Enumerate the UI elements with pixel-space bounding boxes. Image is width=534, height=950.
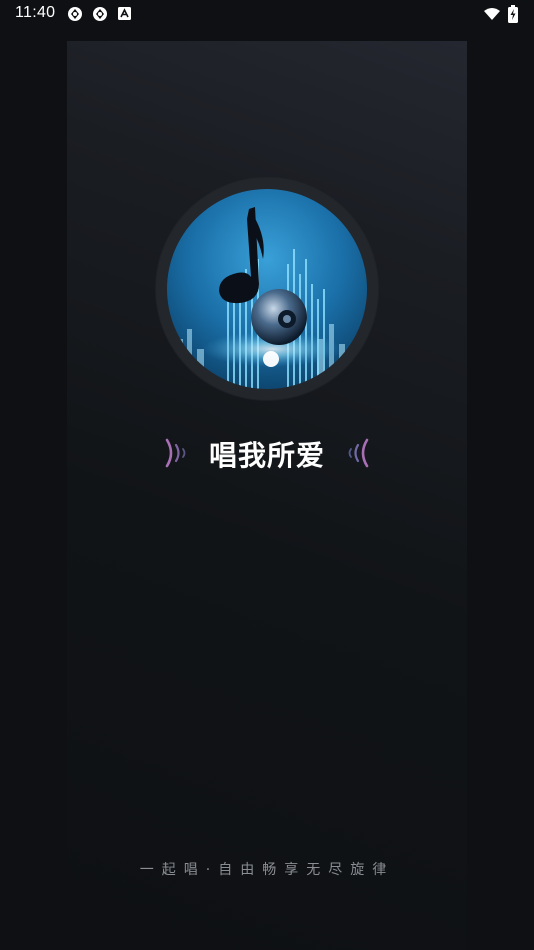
music-note-speaker-logo	[167, 189, 367, 389]
logo-disc	[156, 178, 378, 400]
tagline: 一起唱·自由畅享无尽旋律	[139, 862, 395, 878]
app-notification-icon	[118, 7, 131, 20]
status-time: 11:40	[15, 4, 56, 21]
sync-icon	[68, 7, 82, 21]
sync-icon	[93, 7, 107, 21]
battery-charging-icon	[508, 5, 518, 23]
wifi-icon	[484, 8, 500, 20]
page-title: 唱我所爱	[208, 439, 325, 472]
status-bar: 11:40	[0, 0, 534, 28]
sound-wave-right-icon	[348, 438, 369, 468]
title-row: 唱我所爱	[160, 433, 374, 473]
